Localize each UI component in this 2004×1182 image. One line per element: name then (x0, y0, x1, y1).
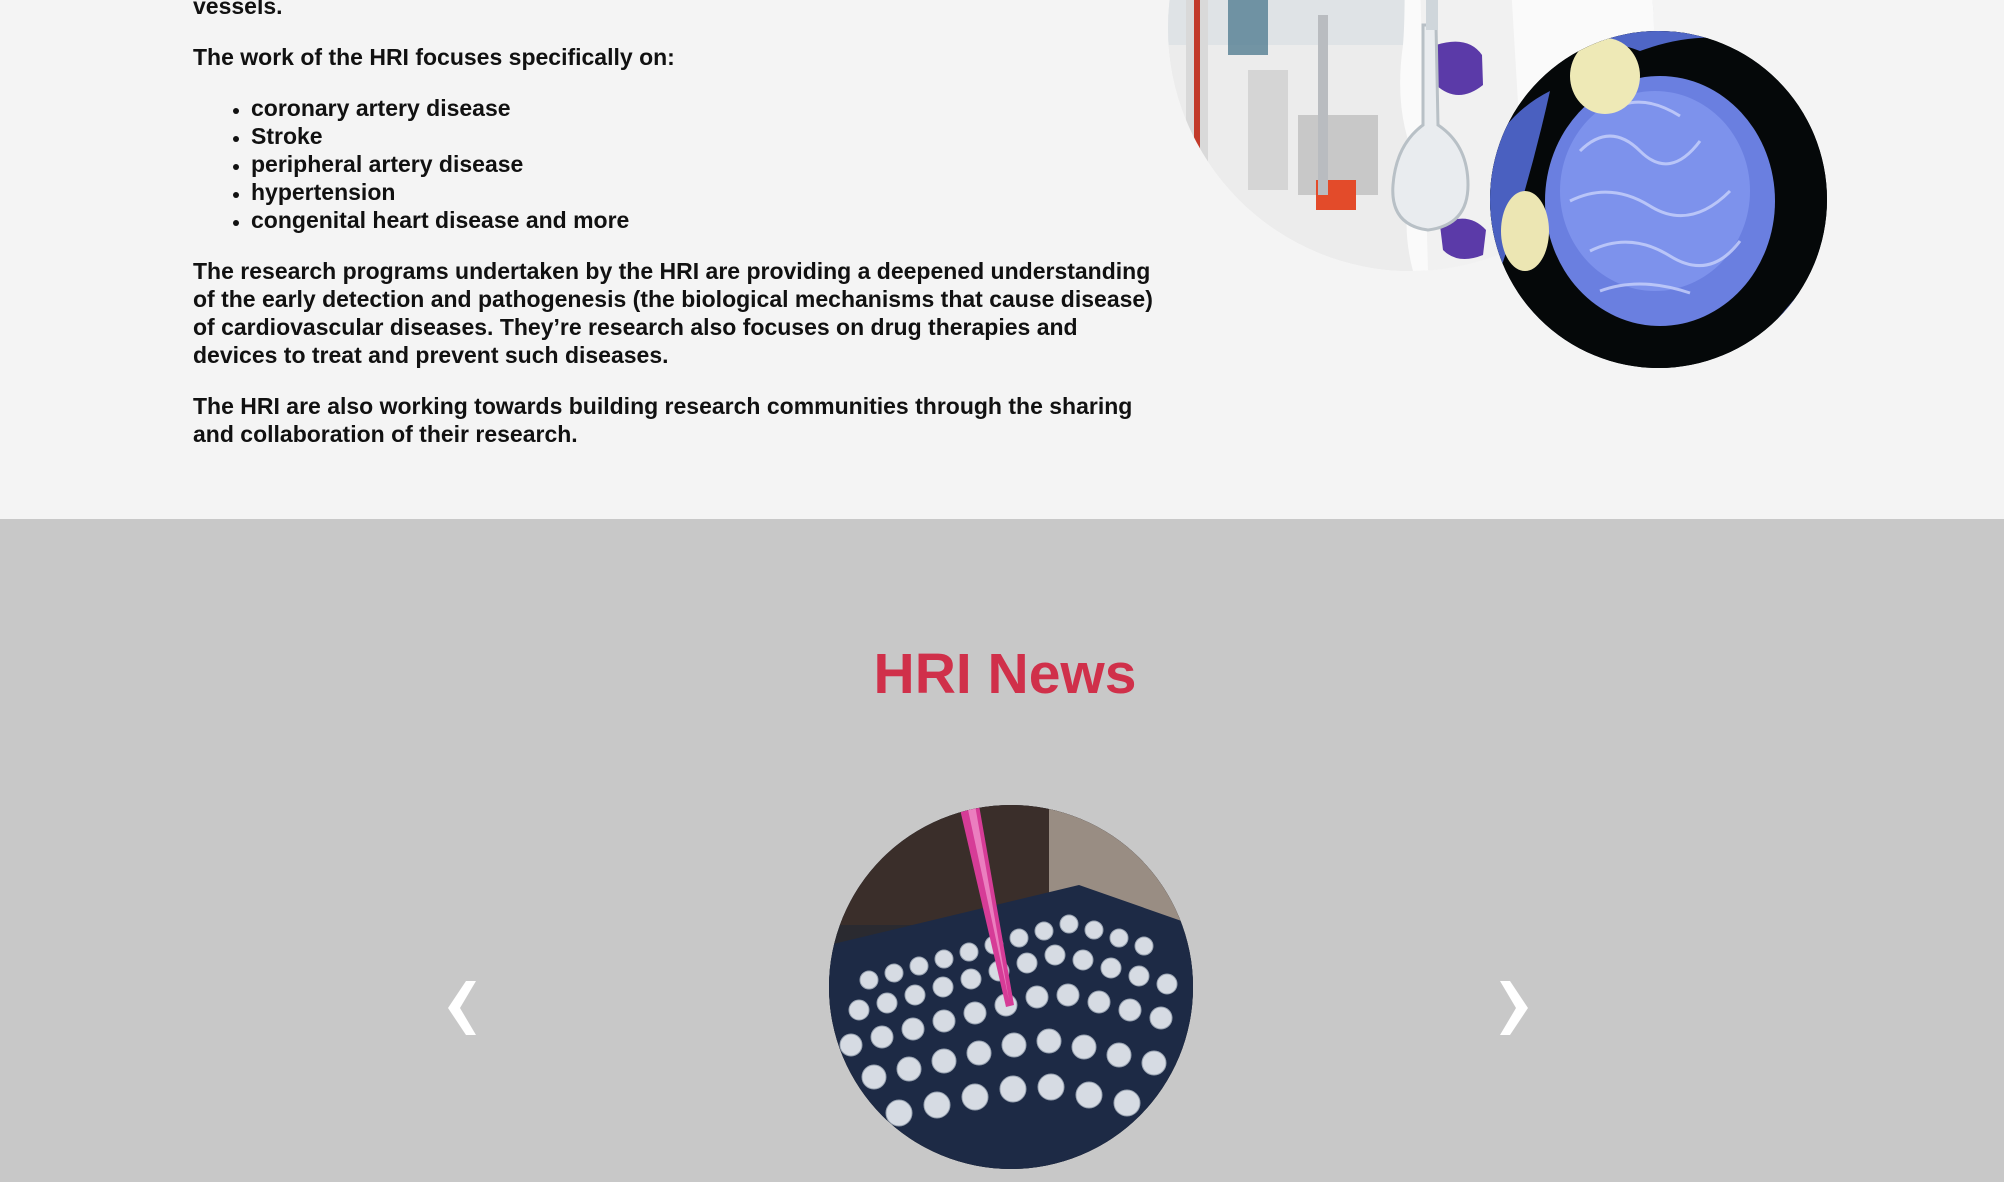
list-item: Stroke (251, 122, 1153, 150)
list-item: hypertension (251, 178, 1153, 206)
chevron-left-icon (448, 981, 476, 1035)
intro-tail: vessels. (193, 0, 283, 19)
news-section: HRI News (0, 519, 2004, 1182)
news-carousel-image[interactable] (829, 805, 1193, 1169)
community-paragraph: The HRI are also working towards buildin… (193, 393, 1133, 447)
about-section: vessels. The work of the HRI focuses spe… (0, 0, 2004, 519)
news-heading: HRI News (873, 642, 1137, 706)
cell-micrograph-photo (1490, 31, 1827, 368)
chevron-right-icon (1500, 981, 1528, 1035)
carousel-prev-button[interactable] (438, 973, 498, 1043)
list-item: congenital heart disease and more (251, 206, 1153, 234)
research-paragraph: The research programs undertaken by the … (193, 258, 1153, 368)
focus-list: coronary artery disease Stroke periphera… (193, 94, 1153, 234)
list-item: coronary artery disease (251, 94, 1153, 122)
list-item: peripheral artery disease (251, 150, 1153, 178)
focus-intro: The work of the HRI focuses specifically… (193, 44, 675, 70)
about-text: vessels. The work of the HRI focuses spe… (193, 0, 1153, 471)
carousel-next-button[interactable] (1478, 973, 1538, 1043)
